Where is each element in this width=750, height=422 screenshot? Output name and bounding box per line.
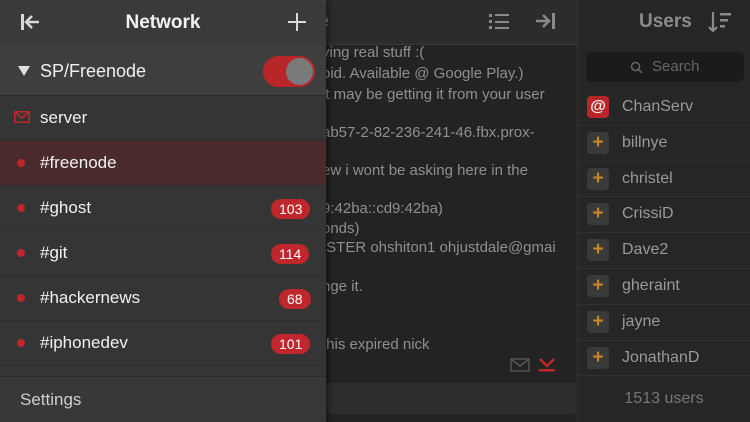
channel-name: #git [40,243,68,262]
channel-row-git[interactable]: #git 114 [0,231,326,276]
chat-message: this expired nick [322,336,430,353]
user-row[interactable]: + JonathanD [578,341,750,377]
user-name: gheraint [622,276,680,294]
channel-row-server[interactable]: server [0,96,326,141]
unread-dot-icon [17,339,25,347]
unread-count-badge: 68 [279,289,311,309]
voice-badge: + [587,346,609,369]
chat-message: ew i wont be asking here in the [322,162,528,179]
mail-icon [14,111,30,123]
unread-dot-icon [17,159,25,167]
network-name: SP/Freenode [40,61,147,81]
voice-badge: + [587,274,609,297]
add-icon[interactable] [286,11,308,33]
user-row[interactable]: + CrissiD [578,197,750,234]
user-name: JonathanD [622,348,700,366]
voice-badge: + [587,310,609,333]
voice-badge: + [587,239,609,262]
user-row[interactable]: + christel [578,162,750,198]
channel-row-hackernews[interactable]: #hackernews 68 [0,276,326,321]
chat-message: ab57-2-82-236-241-46.fbx.prox- [322,124,535,141]
toggle-knob [286,58,313,85]
channel-name: #hackernews [40,288,141,307]
jump-to-end-icon[interactable] [534,10,558,32]
network-row[interactable]: SP/Freenode [0,46,326,96]
channel-name: #ghost [40,198,92,217]
user-name: jayne [622,312,661,330]
user-list: @ ChanServ + billnye + christel + Crissi… [578,90,750,377]
users-count: 1513 users [624,390,704,407]
channel-row-ghost[interactable]: #ghost 103 [0,186,326,231]
unread-dot-icon [17,294,25,302]
settings-button[interactable]: Settings [20,390,81,410]
list-icon[interactable] [487,11,511,33]
user-row[interactable]: + Dave2 [578,233,750,269]
unread-dot-icon [17,204,25,212]
user-name: ChanServ [622,98,694,115]
channel-name: #iphonedev [40,333,128,352]
envelope-icon[interactable] [510,358,530,372]
channel-list: server #freenode #ghost 103 #git 114 #ha… [0,96,326,366]
user-row[interactable]: + jayne [578,305,750,341]
voice-badge: + [587,203,609,226]
user-name: billnye [622,133,668,151]
chat-message: nge it. [322,278,363,295]
user-name: christel [622,169,673,187]
message-actions [510,358,555,372]
scroll-down-icon[interactable] [539,358,555,372]
channel-name: server [40,108,88,127]
unread-count-badge: 101 [271,334,311,354]
unread-count-badge: 103 [271,199,311,219]
op-badge: @ [587,96,609,118]
search-icon [630,61,643,74]
collapse-left-icon[interactable] [19,11,41,33]
search-placeholder: Search [652,58,700,75]
voice-badge: + [587,167,609,190]
user-name: Dave2 [622,241,669,259]
unread-count-badge: 114 [271,244,310,264]
drawer-header: Network [0,0,326,46]
channel-row-freenode[interactable]: #freenode [0,141,326,186]
channel-row-iphonedev[interactable]: #iphonedev 101 [0,321,326,366]
caret-down-icon[interactable] [18,65,30,77]
chat-message: onds) [322,220,360,237]
sort-icon[interactable] [707,9,733,35]
drawer-footer: Settings [0,376,326,422]
network-drawer: Network SP/Freenode server #freenode #gh… [0,0,326,422]
user-row[interactable]: + gheraint [578,269,750,305]
voice-badge: + [587,131,609,154]
drawer-title: Network [125,12,201,33]
users-title: Users [639,11,692,32]
user-row[interactable]: + billnye [578,126,750,162]
chat-message: oid. Available @ Google Play.) [322,65,524,82]
network-connect-toggle[interactable] [263,56,315,87]
user-name: CrissiD [622,205,674,223]
message-input[interactable] [326,383,576,414]
user-search-field[interactable]: Search [586,52,744,82]
chat-message: 9:42ba::cd9:42ba) [322,200,443,217]
users-panel: Users Search @ ChanServ + billnye + chri… [577,0,750,422]
chat-message: ying real stuff :( [322,44,425,61]
chat-message: ISTER ohshiton1 ohjustdale@gmai [322,239,556,256]
unread-dot-icon [17,249,25,257]
channel-name: #freenode [40,153,117,172]
chat-message: it may be getting it from your user [322,86,545,103]
user-row[interactable]: @ ChanServ [578,90,750,126]
